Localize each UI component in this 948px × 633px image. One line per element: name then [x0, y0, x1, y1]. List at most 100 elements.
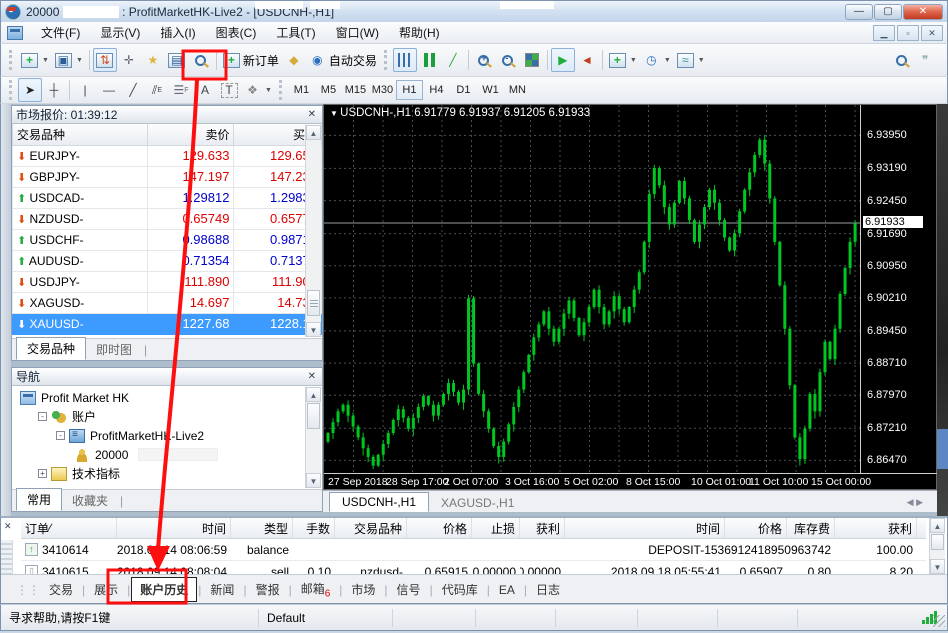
- toolbar-drag-handle[interactable]: [9, 80, 14, 100]
- autotrading-button[interactable]: ◉ 自动交易: [306, 48, 380, 72]
- market-watch-row-audusd[interactable]: ⬆ AUDUSD-0.713540.71373: [13, 250, 322, 271]
- timeframe-button-d1[interactable]: D1: [450, 80, 477, 100]
- orders-column-2[interactable]: 类型: [231, 518, 293, 538]
- chart-tab-usdcnh[interactable]: USDCNH-,H1: [329, 492, 429, 512]
- close-icon[interactable]: ✕: [306, 371, 318, 382]
- window-close-button[interactable]: ✕: [903, 4, 943, 20]
- tree-item-accounts[interactable]: -账户: [12, 407, 322, 426]
- channel-tool-button[interactable]: ⫽E: [145, 78, 169, 102]
- scroll-down-icon[interactable]: ▼: [930, 559, 945, 574]
- terminal-tab-news[interactable]: 新闻: [202, 578, 242, 601]
- price-axis[interactable]: 6.939506.931906.924506.916906.909506.902…: [860, 105, 937, 473]
- column-symbol[interactable]: 交易品种: [13, 124, 148, 145]
- orders-column-1[interactable]: 时间: [117, 518, 231, 538]
- market-watch-row-xauusd[interactable]: ⬇ XAUUSD-1227.681228.15: [13, 313, 322, 334]
- menu-item-window[interactable]: 窗口(W): [326, 24, 389, 42]
- collapse-icon[interactable]: -: [56, 431, 65, 440]
- menu-item-help[interactable]: 帮助(H): [389, 24, 450, 42]
- window-minimize-button[interactable]: —: [845, 4, 873, 20]
- cursor-tool-button[interactable]: ➤: [18, 78, 42, 102]
- vertical-line-tool-button[interactable]: |: [73, 78, 97, 102]
- search-button[interactable]: [889, 48, 913, 72]
- timeframe-button-h1[interactable]: H1: [396, 80, 423, 100]
- menu-item-file[interactable]: 文件(F): [31, 24, 90, 42]
- terminal-tab-exposure[interactable]: 展示: [86, 578, 126, 601]
- orders-column-0[interactable]: 订单 ∕: [21, 518, 117, 538]
- terminal-tab-market[interactable]: 市场: [343, 578, 383, 601]
- window-restore-button[interactable]: ▢: [874, 4, 902, 20]
- mdi-minimize-button[interactable]: ▁: [873, 25, 895, 41]
- chart-plot-area[interactable]: ▼ USDCNH-,H1 6.91779 6.91937 6.91205 6.9…: [324, 105, 860, 473]
- orders-column-11[interactable]: 获利: [835, 518, 917, 538]
- orders-column-9[interactable]: 价格: [725, 518, 787, 538]
- strategy-tester-button[interactable]: [189, 48, 213, 72]
- orders-column-6[interactable]: 止损: [472, 518, 520, 538]
- terminal-tab-alerts[interactable]: 警报: [248, 578, 288, 601]
- templates-button[interactable]: ≈ ▼: [674, 48, 708, 72]
- terminal-tab-mailbox[interactable]: 邮箱6: [293, 577, 339, 602]
- navigator-tab-收藏夹[interactable]: 收藏夹: [62, 490, 118, 511]
- timeframe-button-h4[interactable]: H4: [423, 80, 450, 100]
- chart-dropdown-icon[interactable]: ▼: [330, 109, 340, 118]
- auto-scroll-button[interactable]: ▶: [551, 48, 575, 72]
- terminal-tab-journal[interactable]: 日志: [528, 578, 568, 601]
- toolbar-drag-handle[interactable]: [279, 80, 284, 100]
- new-chart-button[interactable]: + ▼: [18, 48, 52, 72]
- order-row-balance[interactable]: ↑34106142018.09.14 08:06:59balanceDEPOSI…: [21, 539, 926, 561]
- profiles-button[interactable]: ▣ ▼: [52, 48, 86, 72]
- menu-item-charts[interactable]: 图表(C): [206, 24, 267, 42]
- chart-shift-button[interactable]: ◄: [575, 48, 599, 72]
- orders-column-3[interactable]: 手数: [293, 518, 335, 538]
- terminal-tab-code-base[interactable]: 代码库: [434, 578, 486, 601]
- scroll-down-icon[interactable]: ▼: [306, 322, 321, 337]
- scroll-up-icon[interactable]: ▲: [306, 387, 321, 402]
- tree-item-account[interactable]: 20000: [12, 445, 322, 464]
- market-watch-row-eurjpy[interactable]: ⬇ EURJPY-129.633129.655: [13, 145, 322, 166]
- orders-column-5[interactable]: 价格: [407, 518, 472, 538]
- orders-column-7[interactable]: 获利: [520, 518, 565, 538]
- terminal-tab-signals[interactable]: 信号: [389, 578, 429, 601]
- text-tool-button[interactable]: A: [193, 78, 217, 102]
- time-axis[interactable]: 27 Sep 201828 Sep 17:002 Oct 07:003 Oct …: [324, 473, 938, 490]
- zoom-out-button[interactable]: -: [496, 48, 520, 72]
- navigator-button[interactable]: ★: [141, 48, 165, 72]
- navigator-tab-常用[interactable]: 常用: [16, 488, 62, 511]
- orders-column-4[interactable]: 交易品种: [335, 518, 407, 538]
- close-icon[interactable]: ✕: [4, 521, 12, 532]
- navigator-scrollbar[interactable]: ▲ ▼: [305, 387, 321, 488]
- horizontal-line-tool-button[interactable]: —: [97, 78, 121, 102]
- market-watch-row-nzdusd[interactable]: ⬇ NZDUSD-0.657490.65773: [13, 208, 322, 229]
- market-watch-tab-交易品种[interactable]: 交易品种: [16, 337, 86, 360]
- label-tool-button[interactable]: T: [217, 78, 241, 102]
- timeframe-button-m30[interactable]: M30: [369, 80, 396, 100]
- tree-item-platform[interactable]: Profit Market HK: [12, 388, 322, 407]
- market-watch-scrollbar[interactable]: ▲ ▼: [305, 125, 321, 337]
- crosshair-tool-button[interactable]: ┼: [42, 78, 66, 102]
- market-watch-row-usdchf[interactable]: ⬆ USDCHF-0.986880.98712: [13, 229, 322, 250]
- terminal-tab-ea[interactable]: EA: [491, 580, 523, 600]
- collapse-icon[interactable]: -: [38, 412, 47, 421]
- timeframe-button-m15[interactable]: M15: [342, 80, 369, 100]
- toolbar-drag-handle[interactable]: [384, 50, 389, 70]
- zoom-in-button[interactable]: +: [472, 48, 496, 72]
- terminal-tab-trade[interactable]: 交易: [41, 578, 81, 601]
- tree-item-indicators[interactable]: +技术指标: [12, 464, 322, 483]
- scrollbar-thumb[interactable]: [307, 403, 320, 429]
- fibonacci-tool-button[interactable]: ☰F: [169, 78, 193, 102]
- periods-button[interactable]: ◷ ▼: [640, 48, 674, 72]
- tab-scroll-left-icon[interactable]: ◀: [907, 497, 914, 507]
- shapes-button[interactable]: ❖ ▼: [241, 78, 275, 102]
- mdi-close-button[interactable]: ✕: [921, 25, 943, 41]
- trendline-tool-button[interactable]: ╱: [121, 78, 145, 102]
- scrollbar-thumb[interactable]: [307, 290, 320, 316]
- mdi-restore-button[interactable]: ▫: [897, 25, 919, 41]
- timeframe-button-w1[interactable]: W1: [477, 80, 504, 100]
- market-watch-row-xagusd[interactable]: ⬇ XAGUSD-14.69714.731: [13, 292, 322, 313]
- bar-chart-button[interactable]: [393, 48, 417, 72]
- toolbar-drag-handle[interactable]: [9, 50, 14, 70]
- column-sell[interactable]: 卖价: [147, 124, 233, 145]
- market-watch-button[interactable]: ⇅: [93, 48, 117, 72]
- new-order-button[interactable]: + 新订单: [220, 48, 282, 72]
- market-watch-row-gbpjpy[interactable]: ⬇ GBPJPY-147.197147.233: [13, 166, 322, 187]
- line-chart-button[interactable]: ╱: [441, 48, 465, 72]
